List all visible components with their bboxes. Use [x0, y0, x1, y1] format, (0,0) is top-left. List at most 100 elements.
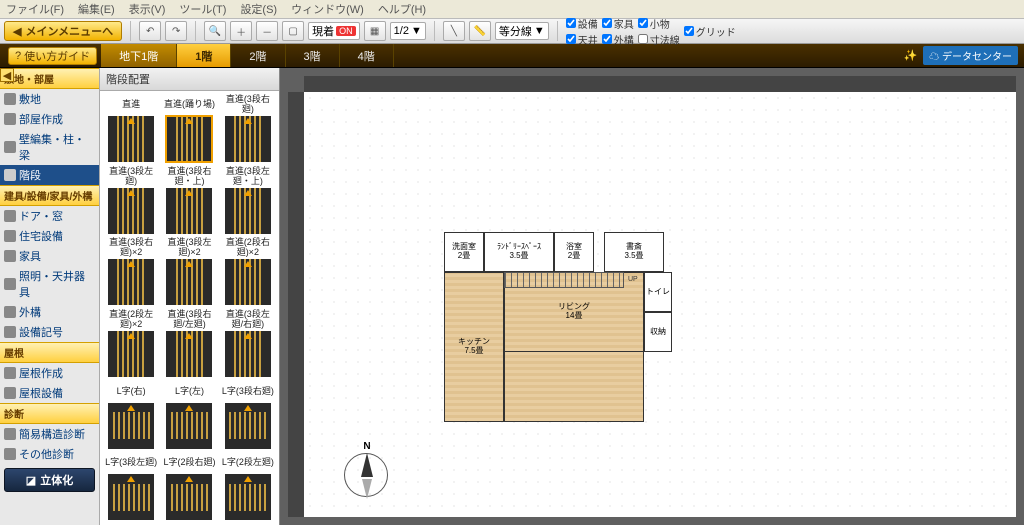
sidebar-item-other-diag[interactable]: その他診断 [0, 444, 99, 464]
check-ceiling[interactable]: 天井 [566, 32, 598, 47]
palette-item-label: L字(2段右廻) [163, 453, 215, 473]
sidebar-item-exterior[interactable]: 外構 [0, 302, 99, 322]
room-toilet[interactable]: トイレ [644, 272, 672, 312]
room-laundry[interactable]: ﾗﾝﾄﾞﾘｰｽﾍﾟｰｽ3.5畳 [484, 232, 554, 272]
roof-equip-icon [4, 387, 16, 399]
exterior-icon [4, 306, 16, 318]
check-exterior[interactable]: 外構 [602, 32, 634, 47]
palette-item[interactable]: 直進(2段左廻)×2 [104, 310, 158, 378]
floor-tab-1f[interactable]: 1階 [177, 44, 231, 67]
sidebar-item-symbol[interactable]: 設備記号 [0, 322, 99, 342]
room-living-ext[interactable] [504, 352, 644, 422]
equipment-icon [4, 230, 16, 242]
zoom-button[interactable]: 🔍 [204, 21, 226, 41]
palette-item[interactable]: 直進(3段左廻/右廻) [221, 310, 275, 378]
floor-tab-b1[interactable]: 地下1階 [101, 44, 177, 67]
sidebar-item-furniture[interactable]: 家具 [0, 246, 99, 266]
datacenter-button[interactable]: ☁ データセンター [923, 46, 1018, 65]
zoom-in-button[interactable]: ＋ [230, 21, 252, 41]
palette-item[interactable]: 直進(3段左廻) [104, 167, 158, 235]
sidebar-item-door[interactable]: ドア・窓 [0, 206, 99, 226]
sidebar-item-stairs[interactable]: 階段 [0, 165, 99, 185]
diag-icon [4, 448, 16, 460]
sidebar-item-equipment[interactable]: 住宅設備 [0, 226, 99, 246]
drawing-canvas[interactable]: 洗面室2畳 ﾗﾝﾄﾞﾘｰｽﾍﾟｰｽ3.5畳 浴室2畳 書斎3.5畳 トイレ 収納… [304, 92, 1016, 517]
room-bath[interactable]: 浴室2畳 [554, 232, 594, 272]
sidebar-item-roof-create[interactable]: 屋根作成 [0, 363, 99, 383]
palette-item[interactable]: 直進(3段右廻) [221, 95, 275, 163]
palette-item-label: 直進(3段左廻・上) [221, 167, 275, 187]
palette-item[interactable]: 直進(2段右廻)×2 [221, 238, 275, 306]
check-grid[interactable]: グリッド [684, 24, 736, 39]
menu-edit[interactable]: 編集(E) [78, 1, 115, 17]
palette-item[interactable]: 直進(3段右廻・上) [162, 167, 216, 235]
stairs-thumb-icon [166, 403, 212, 449]
stairs-thumb-icon [108, 331, 154, 377]
palette-item-label: 直進(3段左廻) [104, 167, 158, 187]
sidebar-item-roof-equip[interactable]: 屋根設備 [0, 383, 99, 403]
sidebar-item-site[interactable]: 敷地 [0, 89, 99, 109]
sidebar-item-wall[interactable]: 壁編集・柱・梁 [0, 129, 99, 165]
palette-item[interactable]: 直進(3段右廻)×2 [104, 238, 158, 306]
check-furniture[interactable]: 家具 [602, 16, 634, 31]
group-diagnosis: 診断 [0, 403, 99, 424]
wall-icon [4, 141, 16, 153]
zoom-out-button[interactable]: － [256, 21, 278, 41]
genko-toggle[interactable]: 現着ON [308, 22, 360, 40]
measure-tool-button[interactable]: 📏 [469, 21, 491, 41]
menu-window[interactable]: ウィンドウ(W) [291, 1, 364, 17]
fit-button[interactable]: ▢ [282, 21, 304, 41]
floor-tab-3f[interactable]: 3階 [286, 44, 340, 67]
cube-icon: ◪ [26, 474, 36, 487]
palette-item[interactable]: L字(2段右廻) [162, 453, 216, 521]
menu-setting[interactable]: 設定(S) [240, 1, 277, 17]
menu-help[interactable]: ヘルプ(H) [378, 1, 426, 17]
palette-item[interactable]: 直進(3段左廻・上) [221, 167, 275, 235]
palette-item[interactable]: 直進(3段左廻)×2 [162, 238, 216, 306]
stairs-thumb-icon [225, 474, 271, 520]
menu-tool[interactable]: ツール(T) [179, 1, 226, 17]
build-3d-button[interactable]: ◪立体化 [4, 468, 95, 492]
group-roof: 屋根 [0, 342, 99, 363]
palette-item[interactable]: L字(2段左廻) [221, 453, 275, 521]
collapse-left-icon[interactable]: ◀ [0, 68, 14, 82]
check-accessory[interactable]: 小物 [638, 16, 680, 31]
palette-grid[interactable]: 直進直進(踊り場)直進(3段右廻)直進(3段左廻)直進(3段右廻・上)直進(3段… [100, 91, 279, 525]
check-equipment[interactable]: 設備 [566, 16, 598, 31]
grid-button[interactable]: ▦ [364, 21, 386, 41]
palette-item[interactable]: 直進(踊り場) [162, 95, 216, 163]
palette-item-label: L字(3段左廻) [105, 453, 157, 473]
group-site-room: 敷地・部屋 [0, 68, 99, 89]
room-study[interactable]: 書斎3.5畳 [604, 232, 664, 272]
palette-item[interactable]: L字(3段右廻) [221, 382, 275, 450]
line-tool-button[interactable]: ╲ [443, 21, 465, 41]
scale-select[interactable]: 1/2 ▼ [390, 22, 426, 40]
palette-item[interactable]: 直進(3段右廻/左廻) [162, 310, 216, 378]
floor-tab-4f[interactable]: 4階 [340, 44, 394, 67]
floor-tab-2f[interactable]: 2階 [231, 44, 285, 67]
menu-file[interactable]: ファイル(F) [6, 1, 64, 17]
room-washroom[interactable]: 洗面室2畳 [444, 232, 484, 272]
room-kitchen[interactable]: キッチン7.5畳 [444, 272, 504, 422]
palette-item[interactable]: 直進 [104, 95, 158, 163]
undo-button[interactable]: ↶ [139, 21, 161, 41]
main-menu-button[interactable]: ◀ メインメニューへ [4, 21, 122, 41]
stairs-thumb-icon [225, 403, 271, 449]
sidebar-item-structure[interactable]: 簡易構造診断 [0, 424, 99, 444]
sidebar-item-room[interactable]: 部屋作成 [0, 109, 99, 129]
stairs-thumb-icon [108, 116, 154, 162]
check-dimension[interactable]: 寸法線 [638, 32, 680, 47]
palette-item[interactable]: L字(左) [162, 382, 216, 450]
wizard-icon[interactable]: ✨ [904, 49, 918, 62]
site-icon [4, 93, 16, 105]
palette-item[interactable]: L字(右) [104, 382, 158, 450]
sidebar-item-lighting[interactable]: 照明・天井器具 [0, 266, 99, 302]
menu-view[interactable]: 表示(V) [129, 1, 166, 17]
room-storage[interactable]: 収納 [644, 312, 672, 352]
redo-button[interactable]: ↷ [165, 21, 187, 41]
help-guide-button[interactable]: ?使い方ガイド [8, 47, 97, 65]
stairs-symbol[interactable] [504, 272, 624, 288]
line-mode-select[interactable]: 等分線 ▼ [495, 22, 549, 40]
stairs-thumb-icon [108, 474, 154, 520]
palette-item[interactable]: L字(3段左廻) [104, 453, 158, 521]
